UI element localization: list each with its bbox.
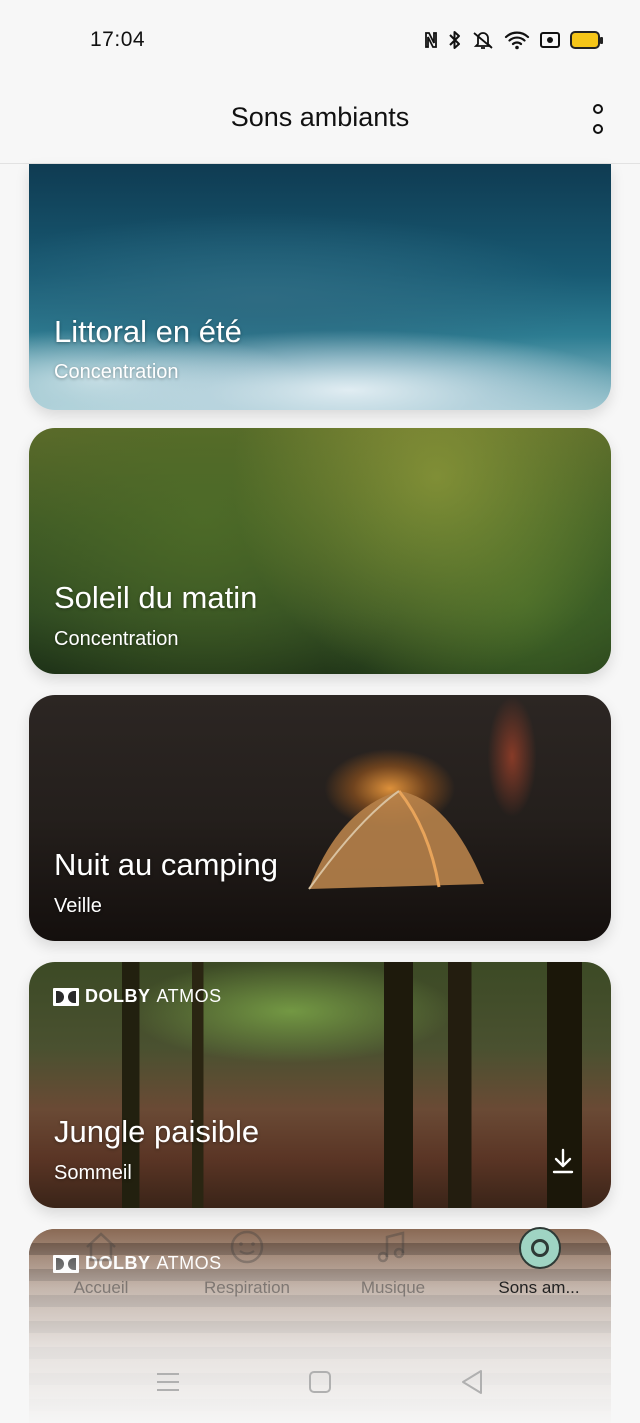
card-title: Soleil du matin (54, 580, 258, 615)
tab-label: Musique (360, 1278, 426, 1297)
card-subtitle: Veille (54, 895, 102, 917)
card-subtitle: Sommeil (54, 1162, 132, 1184)
dolby-logo-icon (53, 987, 79, 1006)
music-icon (377, 1231, 405, 1263)
card-title: Nuit au camping (54, 847, 279, 882)
sound-card-jungle[interactable]: DOLBY ATMOS Jungle paisible Sommeil (29, 962, 611, 1208)
app-bar: Sons ambiants (0, 80, 640, 164)
sound-card-littoral[interactable]: Littoral en été Concentration (29, 164, 611, 410)
tab-label: Respiration (204, 1278, 290, 1297)
ambient-sounds-icon (519, 1227, 561, 1269)
back-triangle-icon[interactable] (457, 1367, 487, 1397)
vibrate-icon (471, 30, 495, 50)
system-nav-bar (0, 1345, 640, 1423)
wifi-icon (504, 30, 530, 50)
tab-label: Accueil (73, 1278, 129, 1297)
status-bar: 17:04 (0, 0, 640, 80)
screen: 17:04 Sons ambiants Littoral en été Conc… (0, 0, 640, 1423)
home-icon (86, 1232, 116, 1262)
card-title: Jungle paisible (54, 1114, 260, 1149)
tab-musique[interactable]: Musique (318, 1225, 468, 1325)
card-subtitle: Concentration (54, 361, 179, 383)
breathing-icon (230, 1230, 264, 1264)
menu-icon[interactable] (153, 1367, 183, 1397)
more-vertical-icon[interactable] (590, 104, 606, 134)
home-square-icon[interactable] (305, 1367, 335, 1397)
sound-card-soleil[interactable]: Soleil du matin Concentration (29, 428, 611, 674)
bottom-nav: Accueil Respiration Musique Sons am... (0, 1225, 640, 1335)
dolby-atmos-badge: DOLBY ATMOS (53, 986, 222, 1007)
card-title: Littoral en été (54, 314, 242, 349)
tab-sons-ambiants[interactable]: Sons am... (464, 1225, 614, 1325)
screen-record-icon (539, 31, 561, 49)
status-icons (423, 28, 603, 52)
download-icon[interactable] (551, 1148, 575, 1174)
tab-respiration[interactable]: Respiration (172, 1225, 322, 1325)
battery-icon (570, 31, 603, 49)
sound-card-camping[interactable]: Nuit au camping Veille (29, 695, 611, 941)
tab-accueil[interactable]: Accueil (26, 1225, 176, 1325)
status-time: 17:04 (90, 28, 146, 51)
nfc-icon (423, 31, 439, 49)
card-subtitle: Concentration (54, 628, 179, 650)
bluetooth-icon (448, 30, 462, 50)
dolby-brand: DOLBY (85, 986, 151, 1006)
tab-label: Sons am... (498, 1278, 580, 1297)
dolby-suffix: ATMOS (156, 986, 222, 1006)
tent-illustration (308, 790, 484, 890)
page-title: Sons ambiants (230, 102, 410, 132)
